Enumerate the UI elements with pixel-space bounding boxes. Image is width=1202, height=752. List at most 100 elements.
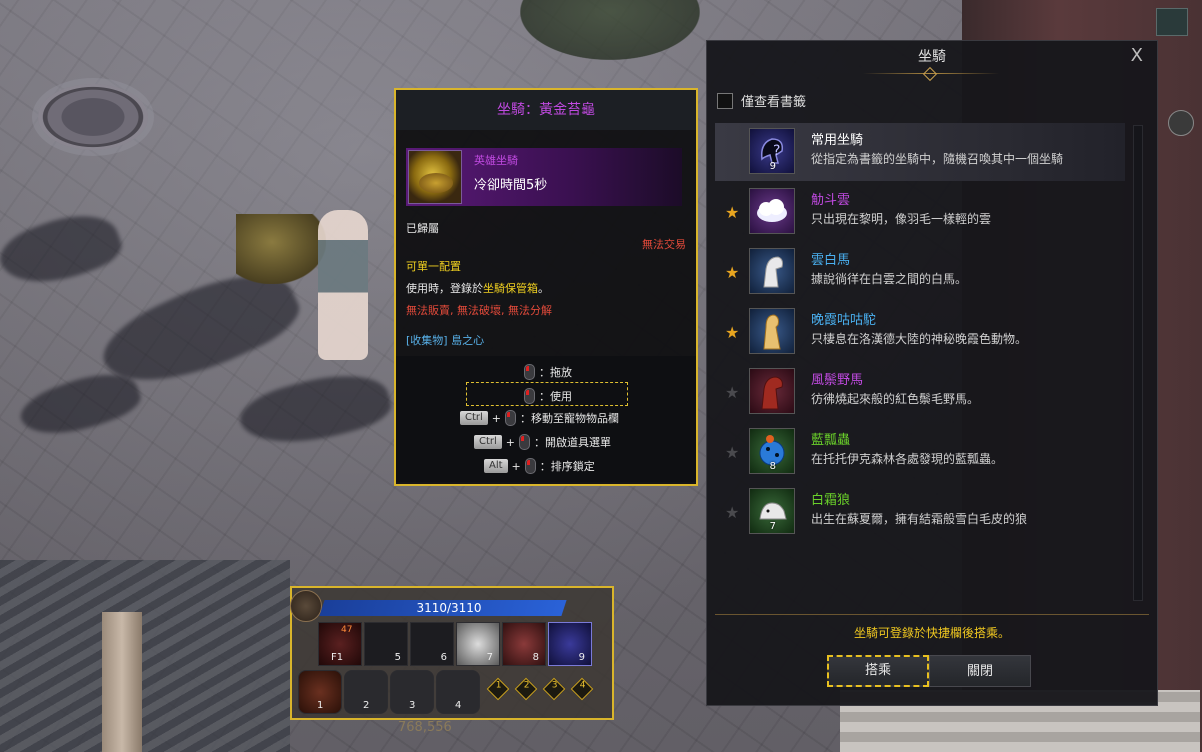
- tooltip-bound: 已歸屬: [406, 222, 439, 235]
- hint-move-pet: Ctrl + ：移動至寵物物品欄: [460, 410, 619, 426]
- svg-text:?: ?: [773, 143, 780, 159]
- identity-slot-icon[interactable]: 2: [514, 677, 538, 701]
- manhole-cover: [38, 84, 148, 150]
- white-wolf-icon[interactable]: 7: [456, 622, 500, 666]
- mount-desc: 彷彿燒起來般的紅色鬃毛野馬。: [811, 392, 980, 406]
- bookmark-checkbox[interactable]: [717, 92, 733, 109]
- bookmark-label: 僅查看書籤: [741, 95, 807, 110]
- mouse-right-icon: [519, 434, 531, 450]
- star-icon[interactable]: ★: [725, 263, 739, 282]
- list-item[interactable]: ★ 晚霞咕咕駝 只棲息在洛漢德大陸的神秘晚霞色動物。: [715, 303, 1125, 361]
- red-horse-icon: [749, 368, 795, 414]
- camera-icon[interactable]: [1168, 110, 1194, 136]
- mount-name: 觔斗雲: [811, 193, 851, 208]
- gold-amount: 768,556: [398, 720, 452, 735]
- hotbar-skill-slot[interactable]: 1: [298, 670, 342, 714]
- mouse-right-icon: [524, 388, 535, 404]
- ride-button[interactable]: 搭乘: [827, 655, 929, 687]
- star-icon[interactable]: ★: [725, 443, 739, 462]
- tooltip-header: 英雄坐騎 冷卻時間5秒: [406, 148, 682, 206]
- list-item[interactable]: ★ 7 白霜狼 出生在蘇夏爾，擁有結霜般雪白毛皮的狼: [715, 483, 1125, 541]
- cloud-icon: [749, 188, 795, 234]
- list-item[interactable]: ★ 風鬃野馬 彷彿燒起來般的紅色鬃毛野馬。: [715, 363, 1125, 421]
- random-mount-icon[interactable]: 9: [548, 622, 592, 666]
- mount-name: 常用坐騎: [811, 133, 864, 148]
- close-icon[interactable]: X: [1131, 45, 1143, 66]
- blue-ladybug-icon: 8: [749, 428, 795, 474]
- hotbar-skill-slot[interactable]: 4: [436, 670, 480, 714]
- mount-desc: 只出現在黎明，像羽毛一樣輕的雲: [811, 212, 992, 226]
- tooltip-grade: 英雄坐騎: [474, 154, 518, 167]
- tooltip-cooldown: 冷卻時間5秒: [474, 178, 548, 193]
- wrench-icon[interactable]: [1156, 8, 1188, 36]
- divider: [715, 614, 1149, 615]
- mount-desc: 出生在蘇夏爾，擁有結霜般雪白毛皮的狼: [811, 512, 1028, 526]
- shadow: [0, 201, 127, 299]
- tooltip-no-trade: 無法交易: [642, 238, 686, 251]
- bookmark-filter[interactable]: 僅查看書籤: [717, 91, 806, 110]
- title-ornament: [863, 69, 999, 79]
- ctrl-key-icon: Ctrl: [474, 435, 502, 449]
- hint-use: ：使用: [524, 388, 572, 404]
- ride-note: 坐騎可登錄於快捷欄後搭乘。: [853, 626, 1010, 640]
- random-mount-icon: ? 9: [749, 128, 795, 174]
- list-item[interactable]: ★ 8 藍瓢蟲 在托托伊克森林各處發現的藍瓢蟲。: [715, 423, 1125, 481]
- mount-name: 晚霞咕咕駝: [811, 313, 877, 328]
- list-item[interactable]: ★ 觔斗雲 只出現在黎明，像羽毛一樣輕的雲: [715, 183, 1125, 241]
- stairs: [0, 560, 290, 752]
- mount-tooltip: 坐騎：黃金苔龜 英雄坐騎 冷卻時間5秒 已歸屬 無法交易 可單一配置 使用時，登…: [394, 88, 698, 735]
- mouse-left-icon: [524, 364, 535, 380]
- mount-desc: 在托托伊克森林各處發現的藍瓢蟲。: [811, 452, 1004, 466]
- mouse-right-icon: [524, 458, 536, 474]
- tooltip-use-desc: 使用時，登錄於坐騎保管箱。: [406, 282, 549, 295]
- identity-slot-icon[interactable]: 3: [542, 677, 566, 701]
- hotbar-slot[interactable]: 5: [364, 622, 408, 666]
- star-icon[interactable]: ★: [725, 383, 739, 402]
- list-item[interactable]: ★ 雲白馬 據說徜徉在白雲之間的白馬。: [715, 243, 1125, 301]
- mount-desc: 從指定為書籤的坐騎中，隨機召喚其中一個坐騎: [811, 152, 1064, 166]
- identity-slot-icon[interactable]: 1: [486, 677, 510, 701]
- tooltip-restrictions: 無法販賣, 無法破壞, 無法分解: [406, 304, 552, 317]
- hotbar: 3110/3110 47 F1 5 6 7 8 9 1 2 3 4 1 2 3 …: [290, 586, 614, 720]
- mount-name: 白霜狼: [811, 493, 851, 508]
- player-character[interactable]: [318, 210, 368, 360]
- hp-text: 3110/3110: [416, 601, 482, 615]
- golden-turtle-mount[interactable]: [236, 214, 326, 284]
- mount-name: 風鬃野馬: [811, 373, 864, 388]
- golden-turtle-icon: [408, 150, 462, 204]
- window-header[interactable]: 坐騎 X: [707, 41, 1157, 87]
- hotbar-slot[interactable]: 6: [410, 622, 454, 666]
- white-wolf-icon: 7: [749, 488, 795, 534]
- close-button[interactable]: 關閉: [929, 655, 1031, 687]
- tooltip-title: 坐騎：黃金苔龜: [396, 90, 696, 130]
- hotbar-skill-slot[interactable]: 2: [344, 670, 388, 714]
- hotbar-slot-potion[interactable]: 47 F1: [318, 622, 362, 666]
- white-horse-icon: [749, 248, 795, 294]
- identity-slot-icon[interactable]: 4: [570, 677, 594, 701]
- pillar: [102, 612, 142, 752]
- hotbar-slot-armor[interactable]: 8: [502, 622, 546, 666]
- list-item[interactable]: ? 9 常用坐騎 從指定為書籤的坐騎中，隨機召喚其中一個坐騎: [715, 123, 1125, 181]
- list-scrollbar[interactable]: [1133, 125, 1143, 601]
- mount-list: ? 9 常用坐騎 從指定為書籤的坐騎中，隨機召喚其中一個坐騎 ★ 觔斗雲 只出現…: [715, 123, 1125, 619]
- mount-window: 坐騎 X 僅查看書籤 ? 9 常用坐騎 從指定為書籤的坐騎中，隨機召喚其中一個坐…: [706, 40, 1158, 706]
- ctrl-key-icon: Ctrl: [460, 411, 488, 425]
- tooltip-equip: 可單一配置: [406, 260, 461, 273]
- tooltip-key-hints: 768,556 ：拖放 ：使用 Ctrl + ：移動至寵物物品欄 Ctrl + ：開啟道…: [396, 356, 696, 735]
- grass-patch: [520, 0, 700, 60]
- star-icon[interactable]: ★: [725, 503, 739, 522]
- hint-open-menu: Ctrl + ：開啟道具選單: [474, 434, 611, 450]
- mount-name: 藍瓢蟲: [811, 433, 851, 448]
- mount-name: 雲白馬: [811, 253, 851, 268]
- star-icon[interactable]: ★: [725, 203, 739, 222]
- hotbar-menu-icon[interactable]: [290, 590, 322, 622]
- mount-desc: 據說徜徉在白雲之間的白馬。: [811, 272, 968, 286]
- hint-lock-sort: Alt + ：排序鎖定: [484, 458, 595, 474]
- tooltip-collection: [收集物] 島之心: [406, 334, 485, 347]
- mouse-right-icon: [505, 410, 517, 426]
- alpaca-icon: [749, 308, 795, 354]
- mount-desc: 只棲息在洛漢德大陸的神秘晚霞色動物。: [811, 332, 1028, 346]
- star-icon[interactable]: ★: [725, 323, 739, 342]
- hotbar-skill-slot[interactable]: 3: [390, 670, 434, 714]
- shadow: [234, 361, 396, 459]
